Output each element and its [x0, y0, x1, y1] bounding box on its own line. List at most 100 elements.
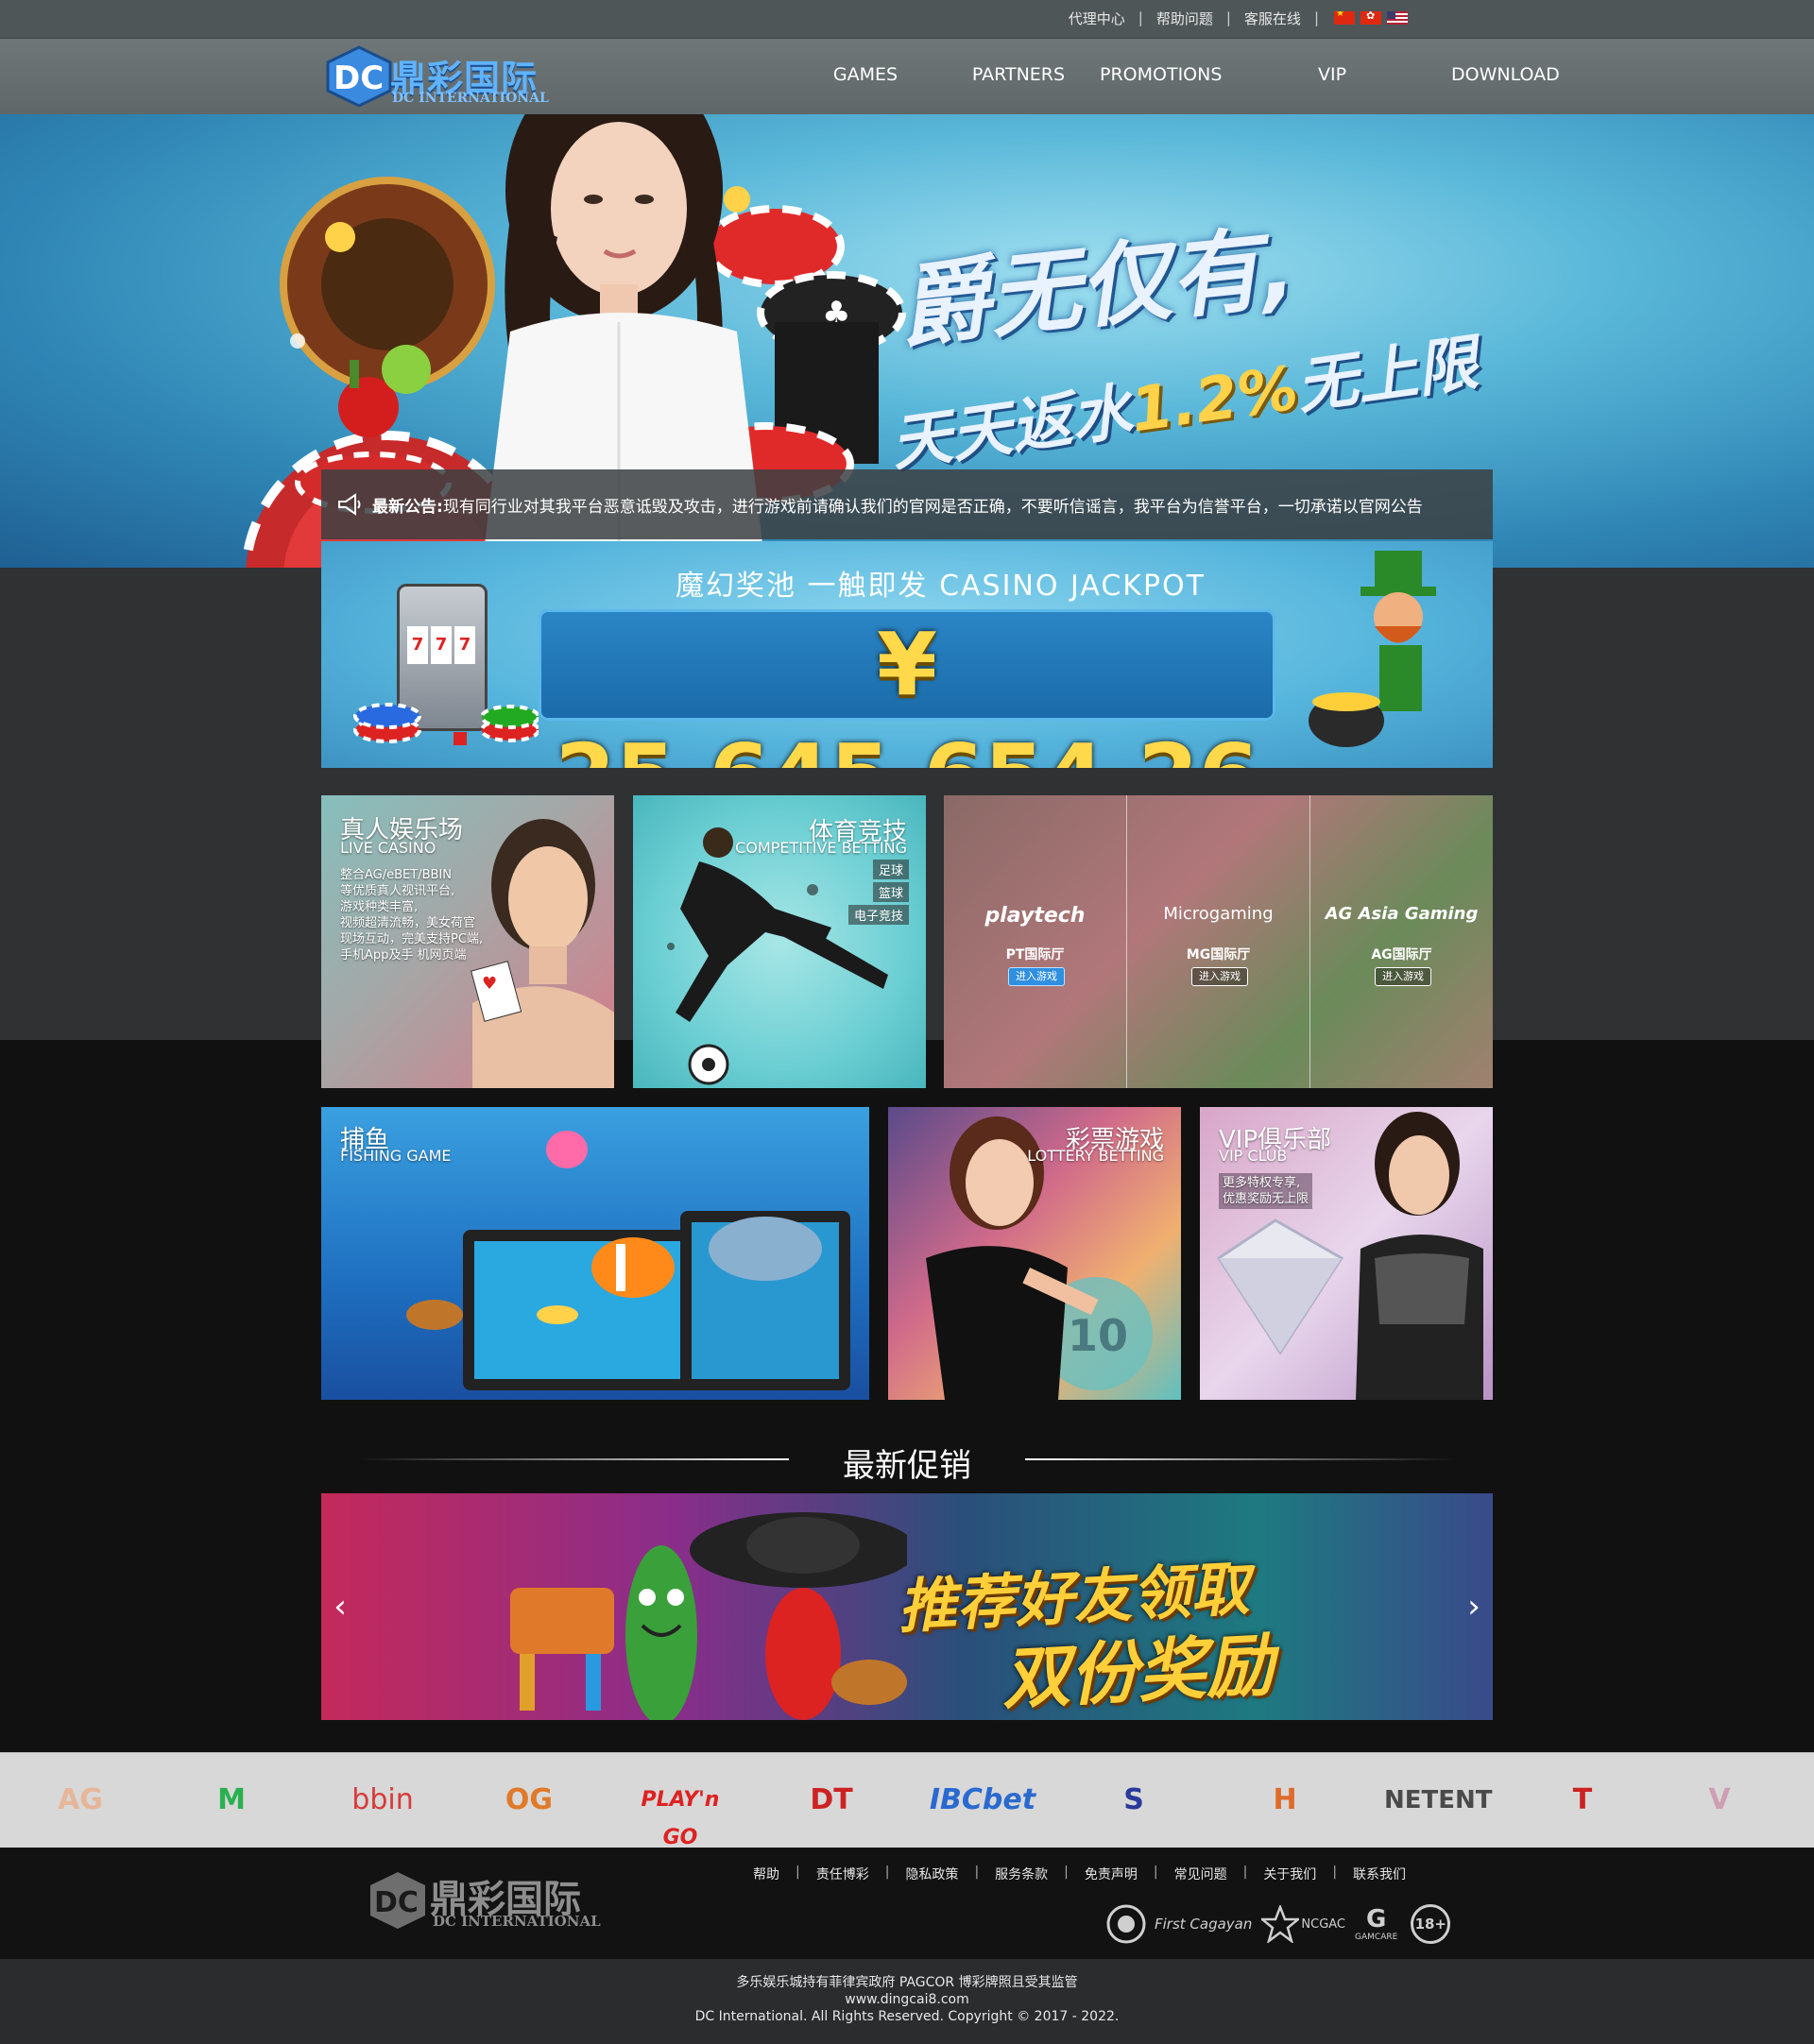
- megaphone-icon: [338, 493, 361, 516]
- footer-link-terms[interactable]: 服务条款: [979, 1865, 1064, 1883]
- age-18-badge: 18+: [1411, 1904, 1451, 1944]
- desc-line: 整合AG/eBET/BBIN: [340, 868, 452, 882]
- fishing-tablets-illustration: [406, 1131, 850, 1390]
- fishing-game-tile[interactable]: 捕鱼 FISHING GAME: [321, 1107, 869, 1400]
- nav-partners[interactable]: PARTNERS: [937, 57, 1100, 94]
- enter-game-button[interactable]: 进入游戏: [1008, 967, 1065, 986]
- footer-link-faq[interactable]: 常见问题: [1158, 1865, 1243, 1883]
- announcement-bar[interactable]: 最新公告: 现有同行业对其我平台恶意诋毁及攻击，进行游戏前请确认我们的官网是否正…: [321, 469, 1493, 539]
- jackpot-amount-box: ¥ 25,645,654.26: [539, 609, 1275, 768]
- agent-center-link[interactable]: 代理中心: [1055, 9, 1138, 28]
- separator: |: [1313, 9, 1319, 26]
- provider-hall-label: AG国际厅: [1371, 947, 1432, 962]
- provider-hall-label: MG国际厅: [1186, 947, 1251, 962]
- hk-flag-icon[interactable]: [1360, 11, 1381, 25]
- svg-text:DC: DC: [334, 60, 384, 97]
- nav-games[interactable]: GAMES: [813, 57, 918, 94]
- desc-line: 手机App及手 机网页端: [340, 948, 467, 962]
- lottery-tile[interactable]: 10 彩票游戏 LOTTERY BETTING: [888, 1107, 1181, 1400]
- footer-link-contact[interactable]: 联系我们: [1337, 1865, 1422, 1883]
- partner-v-logo[interactable]: V: [1696, 1781, 1743, 1819]
- footer-link-privacy[interactable]: 隐私政策: [889, 1865, 974, 1883]
- provider-hall-label: PT国际厅: [1005, 947, 1065, 962]
- nav-download[interactable]: DOWNLOAD: [1451, 57, 1560, 94]
- chips-pile-icon: [353, 703, 539, 745]
- top-utility-links: 代理中心 | 帮助问题 | 客服在线 |: [1055, 8, 1408, 28]
- footer-link-about[interactable]: 关于我们: [1247, 1865, 1332, 1883]
- jackpot-title: 魔幻奖池 一触即发 CASINO JACKPOT: [676, 570, 1206, 603]
- enter-game-button[interactable]: 进入游戏: [1375, 967, 1431, 986]
- partner-t-logo[interactable]: T: [1564, 1781, 1601, 1819]
- promo-subheadline: 双份奖励: [1000, 1625, 1276, 1719]
- footer-link-responsible[interactable]: 责任博彩: [800, 1865, 885, 1883]
- partner-netent-logo[interactable]: NETENT: [1384, 1781, 1493, 1819]
- desc-line: 更多特权专享,: [1223, 1176, 1301, 1190]
- sport-tag-basketball[interactable]: 篮球: [872, 882, 909, 902]
- desc-line: 视频超清流畅，美女荷官: [340, 916, 476, 930]
- sport-tag-football[interactable]: 足球: [872, 860, 909, 879]
- partner-bbin-logo[interactable]: bbin: [340, 1781, 425, 1819]
- desc-line: 优惠奖励无上限: [1223, 1192, 1309, 1206]
- announcement-text: 现有同行业对其我平台恶意诋毁及攻击，进行游戏前请确认我们的官网是否正确，不要听信…: [442, 497, 1423, 517]
- vip-club-tile[interactable]: VIP俱乐部 VIP CLUB 更多特权专享, 优惠奖励无上限: [1200, 1107, 1493, 1400]
- partner-ibcbet-logo[interactable]: IBCbet: [921, 1781, 1044, 1819]
- hero-subheadline-part1: 天天返水: [886, 377, 1137, 481]
- live-casino-description: 整合AG/eBET/BBIN 等优质真人视讯平台, 游戏种类丰富, 视频超清流畅…: [340, 867, 483, 963]
- divider: [1025, 1458, 1455, 1460]
- partner-h-logo[interactable]: H: [1261, 1781, 1309, 1819]
- promotions-heading: 最新促销: [321, 1436, 1493, 1485]
- live-casino-subtitle: LIVE CASINO: [340, 839, 436, 857]
- vip-description: 更多特权专享, 优惠奖励无上限: [1219, 1173, 1313, 1209]
- main-nav: GAMES PARTNERS PROMOTIONS VIP DOWNLOAD: [813, 57, 1560, 94]
- pagcor-seal-icon: [1106, 1904, 1146, 1944]
- sport-tag-esports[interactable]: 电子竞技: [847, 905, 909, 925]
- providers-tile: playtech PT国际厅 进入游戏 Microgaming MG国际厅 进入…: [944, 795, 1493, 1088]
- ag-asia-gaming-logo: AG Asia Gaming: [1325, 904, 1479, 924]
- promotions-title: 最新促销: [843, 1447, 971, 1485]
- enter-game-button[interactable]: 进入游戏: [1191, 967, 1248, 986]
- vip-subtitle: VIP CLUB: [1219, 1147, 1288, 1165]
- online-service-link[interactable]: 客服在线: [1231, 9, 1314, 28]
- license-text: 多乐娱乐城持有菲律宾政府 PAGCOR 博彩牌照且受其监管: [736, 1975, 1078, 1990]
- site-url[interactable]: www.dingcai8.com: [0, 1991, 1814, 2008]
- footer-dc-logo-icon: DC: [370, 1872, 425, 1929]
- live-casino-tile[interactable]: ♥ 真人娱乐场 LIVE CASINO 整合AG/eBET/BBIN 等优质真人…: [321, 795, 614, 1088]
- fiesta-characters-illustration: [510, 1512, 907, 1720]
- partner-playngo-logo[interactable]: PLAY'n GO: [628, 1781, 732, 1849]
- provider-mg[interactable]: Microgaming MG国际厅 进入游戏: [1127, 795, 1310, 1088]
- site-logo[interactable]: DC 鼎彩国际 DC INTERNATIONAL: [324, 45, 551, 111]
- provider-pt[interactable]: playtech PT国际厅 进入游戏: [944, 795, 1127, 1088]
- promotion-carousel[interactable]: 推荐好友领取 双份奖励 ‹ ›: [321, 1493, 1493, 1720]
- hero-rebate-rate: 1.2%: [1126, 353, 1303, 447]
- us-flag-icon[interactable]: [1387, 11, 1408, 25]
- top-utility-bar: [0, 0, 1814, 39]
- copyright-text: DC International. All Rights Reserved. C…: [694, 2009, 1120, 2024]
- svg-text:DC: DC: [374, 1886, 419, 1919]
- footer-links: 帮助 | 责任博彩 | 隐私政策 | 服务条款 | 免责声明 | 常见问题 | 关于我们 | …: [737, 1865, 1422, 1883]
- nav-promotions[interactable]: PROMOTIONS: [1100, 57, 1222, 94]
- hero-headline: 爵无仅有,: [894, 213, 1301, 361]
- first-cagayan-logo: First Cagayan: [1155, 1916, 1253, 1933]
- nav-vip[interactable]: VIP: [1279, 57, 1385, 94]
- chevron-right-icon[interactable]: ›: [1460, 1588, 1488, 1626]
- partner-dt-logo[interactable]: DT: [789, 1781, 874, 1819]
- jackpot-amount: ¥ 25,645,654.26: [556, 614, 1259, 768]
- partner-ag-logo[interactable]: AG: [38, 1781, 123, 1819]
- announcement-label: 最新公告:: [372, 497, 443, 517]
- footer-link-help[interactable]: 帮助: [737, 1865, 796, 1883]
- partner-microgaming-logo[interactable]: M: [203, 1781, 260, 1819]
- partner-og-logo[interactable]: OG: [496, 1781, 562, 1819]
- ncgac-star-icon: [1261, 1905, 1300, 1943]
- gamcare-label: GAMCARE: [1355, 1933, 1398, 1942]
- gamcare-g-icon: G: [1365, 1905, 1387, 1933]
- cn-flag-icon[interactable]: [1334, 11, 1355, 25]
- sports-tile[interactable]: 体育竞技 COMPETITIVE BETTING 足球 篮球 电子竞技: [633, 795, 926, 1088]
- provider-ag[interactable]: AG Asia Gaming AG国际厅 进入游戏: [1310, 795, 1493, 1088]
- partner-s-logo[interactable]: S: [1110, 1781, 1157, 1819]
- partner-logos-strip: AG M bbin OG PLAY'n GO DT IBCbet S H NET…: [0, 1752, 1814, 1849]
- desc-line: 等优质真人视讯平台,: [340, 884, 455, 898]
- lottery-subtitle: LOTTERY BETTING: [1027, 1147, 1164, 1165]
- help-link[interactable]: 帮助问题: [1143, 9, 1226, 28]
- chevron-left-icon[interactable]: ‹: [326, 1588, 354, 1626]
- footer-link-disclaimer[interactable]: 免责声明: [1069, 1865, 1154, 1883]
